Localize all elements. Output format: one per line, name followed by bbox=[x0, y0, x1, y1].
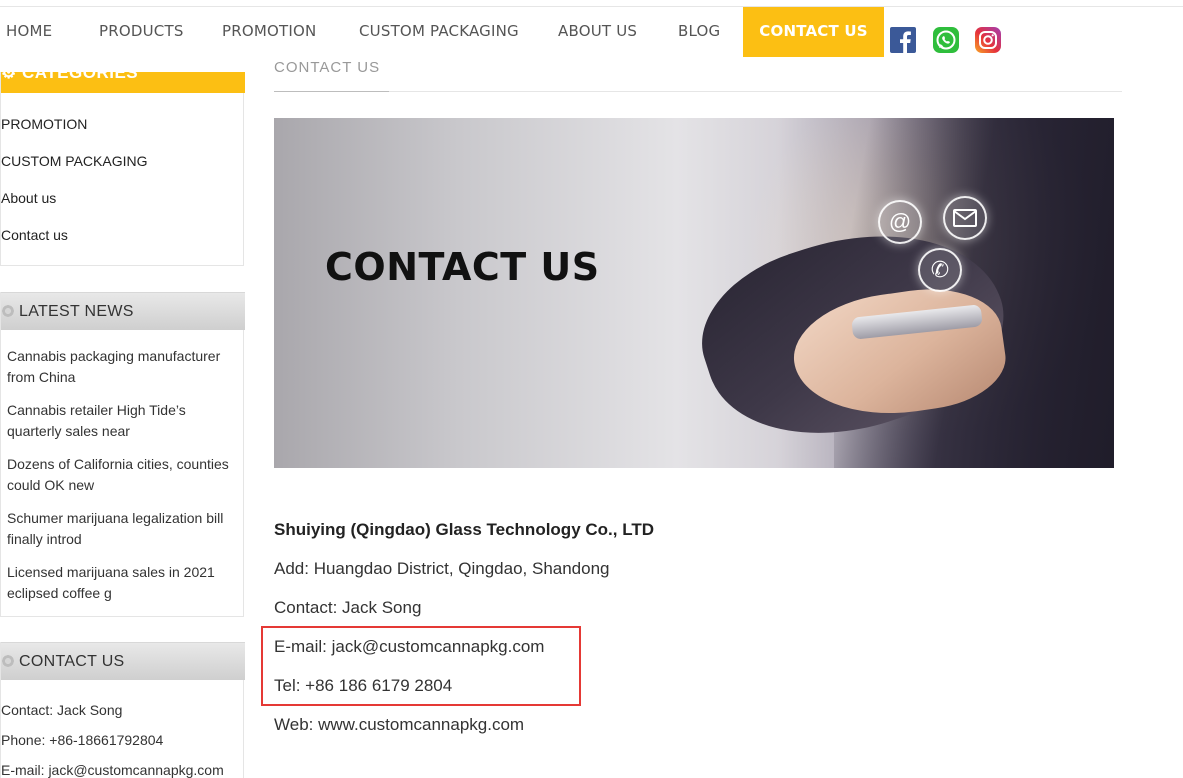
sidebar-contact-name: Contact: Jack Song bbox=[1, 702, 123, 718]
envelope-icon bbox=[943, 196, 987, 240]
contact-banner: @ ✆ CONTACT US bbox=[274, 118, 1114, 468]
categories-panel: ⚙ CATEGORIES PROMOTION CUSTOM PACKAGING … bbox=[0, 72, 245, 266]
page-heading: CONTACT US bbox=[274, 58, 474, 76]
facebook-icon[interactable] bbox=[890, 27, 916, 53]
news-item[interactable]: Cannabis retailer High Tide’s quarterly … bbox=[7, 400, 235, 442]
nav-blog[interactable]: BLOG bbox=[678, 7, 720, 57]
categories-title: ⚙ CATEGORIES bbox=[1, 72, 138, 83]
top-nav: HOME PRODUCTS PROMOTION CUSTOM PACKAGING… bbox=[0, 6, 1183, 57]
sidebar-contact-panel: CONTACT US Contact: Jack Song Phone: +86… bbox=[0, 642, 245, 778]
category-link-about-us[interactable]: About us bbox=[1, 190, 56, 206]
highlight-box bbox=[261, 626, 581, 706]
nav-home[interactable]: HOME bbox=[6, 7, 52, 57]
latest-news-title: LATEST NEWS bbox=[19, 303, 134, 320]
nav-promotion[interactable]: PROMOTION bbox=[222, 7, 316, 57]
category-link-contact-us[interactable]: Contact us bbox=[1, 227, 68, 243]
nav-contact-us[interactable]: CONTACT US bbox=[743, 7, 884, 57]
news-item[interactable]: Schumer marijuana legalization bill fina… bbox=[7, 508, 235, 550]
nav-products[interactable]: PRODUCTS bbox=[99, 7, 184, 57]
gear-icon: ⚙ bbox=[1, 72, 17, 82]
contact-person-line: Contact: Jack Song bbox=[274, 598, 422, 617]
category-link-promotion[interactable]: PROMOTION bbox=[1, 116, 87, 132]
news-item[interactable]: Cannabis packaging manufacturer from Chi… bbox=[7, 346, 235, 388]
page-heading-text: CONTACT US bbox=[274, 59, 381, 76]
nav-custom-packaging[interactable]: CUSTOM PACKAGING bbox=[359, 7, 519, 57]
banner-title: CONTACT US bbox=[325, 245, 600, 289]
latest-news-header: LATEST NEWS bbox=[1, 292, 245, 330]
nav-about-us[interactable]: ABOUT US bbox=[558, 7, 637, 57]
whatsapp-icon[interactable] bbox=[933, 27, 959, 53]
instagram-icon[interactable] bbox=[975, 27, 1001, 53]
gear-icon bbox=[1, 654, 15, 668]
sidebar-contact-title: CONTACT US bbox=[19, 653, 125, 670]
company-name: Shuiying (Qingdao) Glass Technology Co.,… bbox=[274, 520, 654, 539]
category-link-custom-packaging[interactable]: CUSTOM PACKAGING bbox=[1, 153, 148, 169]
heading-divider bbox=[274, 91, 1122, 92]
sidebar-contact-email[interactable]: E-mail: jack@customcannapkg.com bbox=[1, 762, 224, 778]
categories-header: ⚙ CATEGORIES bbox=[1, 72, 245, 93]
sidebar-contact-header: CONTACT US bbox=[1, 642, 245, 680]
address-line: Add: Huangdao District, Qingdao, Shandon… bbox=[274, 559, 610, 578]
latest-news-panel: LATEST NEWS Cannabis packaging manufactu… bbox=[0, 292, 245, 617]
news-item[interactable]: Dozens of California cities, counties co… bbox=[7, 454, 235, 496]
gear-icon bbox=[1, 304, 15, 318]
news-item[interactable]: Licensed marijuana sales in 2021 eclipse… bbox=[7, 562, 235, 604]
sidebar-contact-phone: Phone: +86-18661792804 bbox=[1, 732, 164, 748]
at-sign-icon: @ bbox=[878, 200, 922, 244]
heading-divider-accent bbox=[274, 91, 389, 92]
web-line[interactable]: Web: www.customcannapkg.com bbox=[274, 715, 524, 735]
phone-icon: ✆ bbox=[918, 248, 962, 292]
